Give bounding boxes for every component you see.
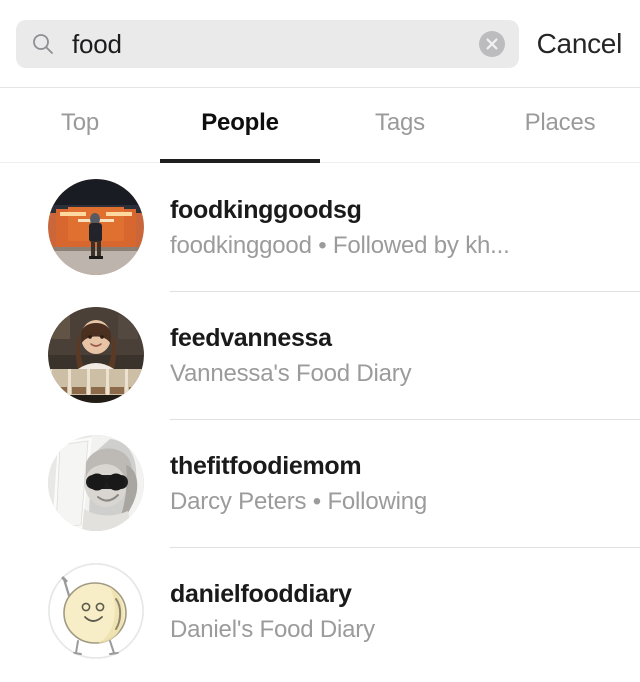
list-item-text: feedvannessa Vannessa's Food Diary — [170, 323, 640, 388]
result-username: feedvannessa — [170, 323, 332, 352]
list-item[interactable]: foodkinggoodsg foodkinggood • Followed b… — [0, 163, 640, 291]
search-icon — [32, 33, 54, 55]
result-username: thefitfoodiemom — [170, 451, 362, 480]
tab-tags-label: Tags — [375, 109, 425, 136]
search-tabs: Top People Tags Places — [0, 88, 640, 163]
avatar[interactable] — [48, 563, 144, 659]
avatar[interactable] — [48, 435, 144, 531]
result-username: foodkinggoodsg — [170, 195, 362, 224]
tab-people-label: People — [201, 109, 279, 136]
result-username: danielfooddiary — [170, 579, 352, 608]
tab-tags[interactable]: Tags — [320, 88, 480, 162]
avatar[interactable] — [48, 179, 144, 275]
tab-places-label: Places — [524, 109, 596, 136]
tab-places[interactable]: Places — [480, 88, 640, 162]
tab-top-label: Top — [60, 109, 100, 136]
list-item[interactable]: feedvannessa Vannessa's Food Diary — [0, 291, 640, 419]
search-input[interactable]: food — [16, 19, 519, 68]
search-input-value: food — [72, 28, 122, 59]
clear-search-icon[interactable] — [478, 30, 505, 57]
result-subtitle: foodkinggood • Followed by kh... — [170, 231, 510, 259]
tab-people[interactable]: People — [160, 88, 320, 163]
search-results-list: foodkinggoodsg foodkinggood • Followed b… — [0, 163, 640, 682]
tab-top[interactable]: Top — [0, 88, 160, 162]
list-item[interactable]: danielfooddiary Daniel's Food Diary — [0, 547, 640, 675]
instagram-search-screen: food Cancel Top People Tags Places foodk… — [0, 0, 640, 682]
result-subtitle: Darcy Peters • Following — [170, 487, 428, 515]
search-header: food Cancel — [0, 0, 640, 88]
result-subtitle: Daniel's Food Diary — [170, 615, 375, 643]
list-item-text: thefitfoodiemom Darcy Peters • Following — [170, 451, 640, 516]
list-item-text: danielfooddiary Daniel's Food Diary — [170, 579, 640, 644]
cancel-button[interactable]: Cancel — [537, 28, 624, 60]
list-item-text: foodkinggoodsg foodkinggood • Followed b… — [170, 195, 640, 260]
list-item[interactable]: thefitfoodiemom Darcy Peters • Following — [0, 419, 640, 547]
result-subtitle: Vannessa's Food Diary — [170, 359, 412, 387]
avatar[interactable] — [48, 307, 144, 403]
